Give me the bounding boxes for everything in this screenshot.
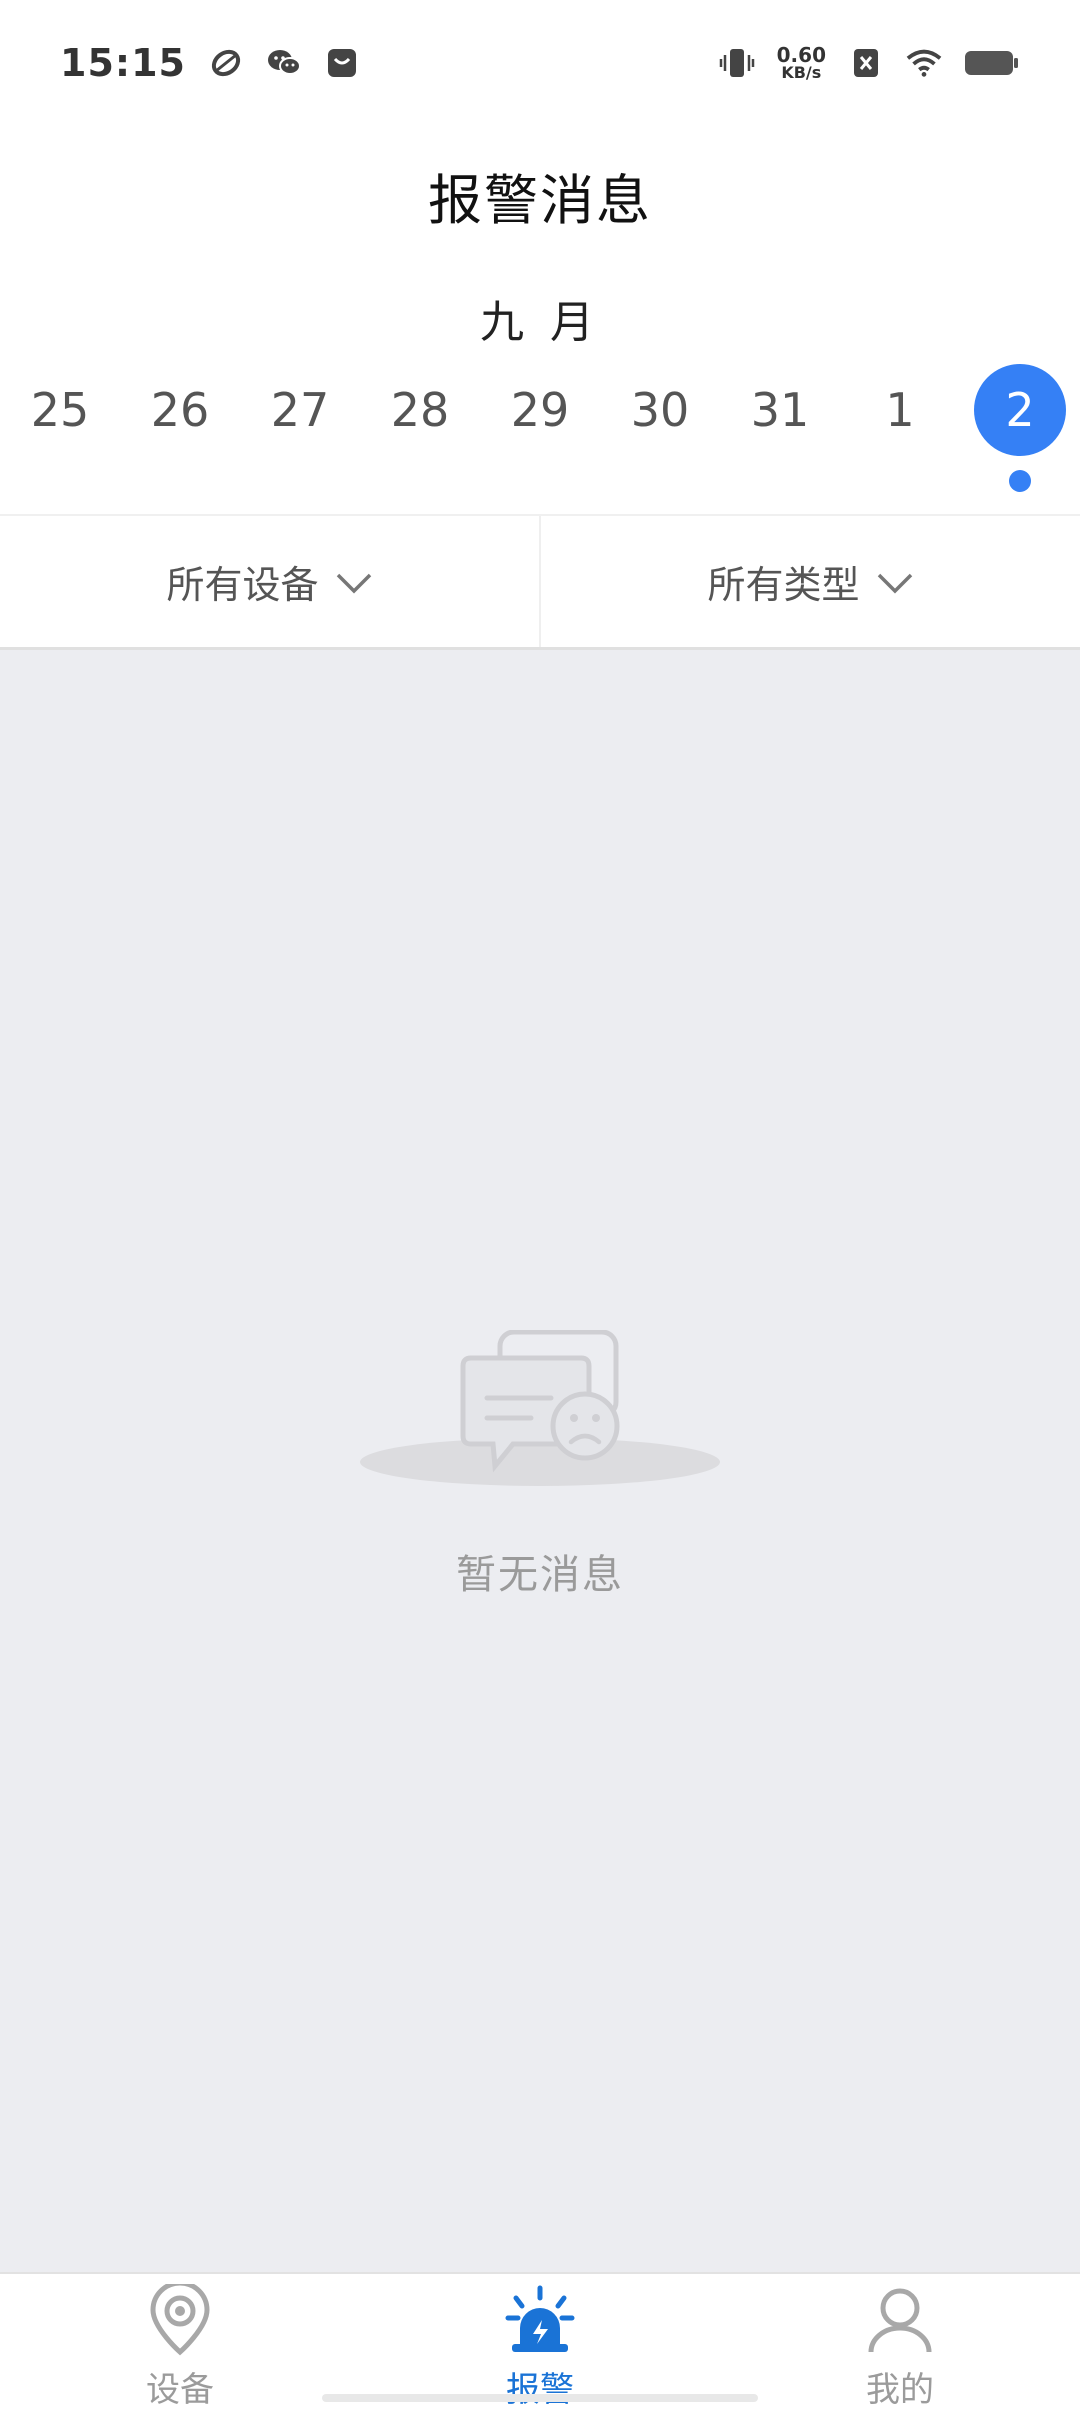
no-messages-illustration-icon	[355, 1329, 725, 1504]
person-icon	[865, 2284, 935, 2360]
tab-profile[interactable]: 我的	[720, 2274, 1080, 2410]
date-item[interactable]: 26	[134, 364, 226, 456]
device-filter-dropdown[interactable]: 所有设备	[0, 516, 539, 647]
tab-label: 报警	[506, 2370, 574, 2410]
date-item-selected[interactable]: 2	[974, 364, 1066, 456]
net-speed: 0.60 KB/s	[777, 45, 826, 81]
battery-icon	[964, 45, 1020, 81]
filter-bar: 所有设备 所有类型	[0, 514, 1080, 650]
date-item[interactable]: 31	[734, 364, 826, 456]
page-title: 报警消息	[428, 168, 652, 232]
wechat-icon	[266, 45, 302, 81]
status-right: 0.60 KB/s	[719, 45, 1020, 81]
mail-notification-icon	[324, 45, 360, 81]
message-list-area[interactable]: 暂无消息	[0, 650, 1080, 2272]
date-event-dot	[1009, 470, 1031, 492]
net-speed-value: 0.60	[776, 43, 826, 67]
swirl-app-icon	[208, 45, 244, 81]
tab-label: 设备	[146, 2370, 214, 2410]
alarm-siren-icon	[502, 2284, 578, 2360]
device-filter-label: 所有设备	[166, 563, 319, 607]
date-item[interactable]: 30	[614, 364, 706, 456]
date-item[interactable]: 1	[854, 364, 946, 456]
location-pin-icon	[145, 2280, 215, 2360]
date-item[interactable]: 27	[254, 364, 346, 456]
status-left: 15:15	[60, 41, 360, 85]
date-item[interactable]: 28	[374, 364, 466, 456]
wifi-icon	[906, 45, 942, 81]
date-item[interactable]: 25	[14, 364, 106, 456]
type-filter-dropdown[interactable]: 所有类型	[539, 516, 1080, 647]
date-strip: 25 26 27 28 29 30 31 1 2	[0, 364, 1080, 514]
net-speed-unit: KB/s	[781, 63, 822, 82]
empty-state: 暂无消息	[0, 1329, 1080, 1600]
type-filter-label: 所有类型	[707, 563, 860, 607]
tab-devices[interactable]: 设备	[0, 2274, 360, 2410]
bottom-tab-bar: 设备 报警 我的	[0, 2272, 1080, 2410]
sim-off-icon	[848, 45, 884, 81]
tab-label: 我的	[866, 2370, 934, 2410]
chevron-down-icon	[876, 560, 914, 604]
vibrate-icon	[719, 45, 755, 81]
tab-alarms[interactable]: 报警	[360, 2274, 720, 2410]
home-indicator	[322, 2394, 758, 2402]
status-bar: 15:15 0.60 KB/s	[0, 0, 1080, 126]
date-item[interactable]: 29	[494, 364, 586, 456]
chevron-down-icon	[335, 560, 373, 604]
status-time: 15:15	[60, 41, 186, 85]
month-label: 九 月	[480, 297, 600, 348]
empty-message-text: 暂无消息	[456, 1552, 624, 1598]
header: 报警消息	[0, 150, 1080, 240]
